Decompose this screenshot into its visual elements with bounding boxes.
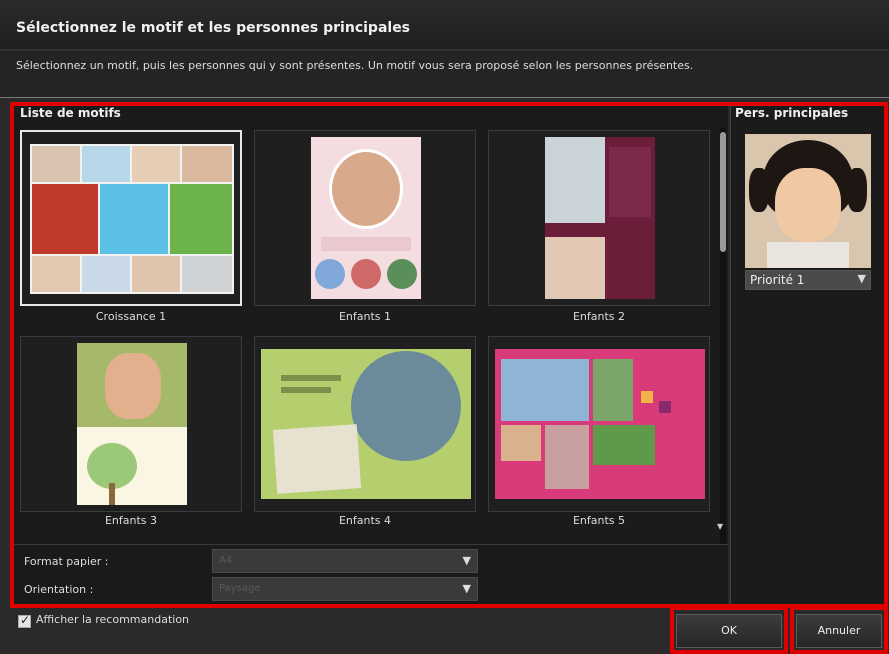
- motif-list-panel: Liste de motifs Croissance 1 Enfants 1 E…: [12, 104, 728, 606]
- priority-value: Priorité 1: [750, 273, 805, 287]
- motif-thumbnail: [311, 137, 421, 299]
- dialog-instructions: Sélectionnez un motif, puis les personne…: [16, 59, 694, 72]
- main-persons-panel: Pers. principales Priorité 1 ▼: [730, 104, 885, 606]
- orientation-select[interactable]: Paysage ▼: [212, 577, 478, 601]
- dropdown-arrow-icon: ▼: [462, 554, 471, 567]
- motif-label: Enfants 3: [104, 514, 158, 527]
- person-photo[interactable]: [745, 134, 871, 268]
- motif-list-scrollbar[interactable]: [720, 128, 726, 548]
- ok-button[interactable]: OK: [676, 614, 782, 648]
- motif-label: Enfants 1: [338, 310, 392, 323]
- motif-thumbnail: [495, 349, 705, 499]
- motif-label: Enfants 4: [338, 514, 392, 527]
- motif-list-title: Liste de motifs: [20, 106, 121, 120]
- title-bar: Sélectionnez le motif et les personnes p…: [0, 0, 889, 50]
- main-persons-title: Pers. principales: [735, 106, 849, 120]
- motif-croissance-1[interactable]: [20, 130, 242, 306]
- motif-label: Croissance 1: [95, 310, 167, 323]
- format-settings: Format papier : A4 ▼ Orientation : Paysa…: [12, 544, 728, 606]
- motif-thumbnail: [261, 349, 471, 499]
- show-recommendation-label: Afficher la recommandation: [36, 613, 190, 626]
- motif-thumbnail: [545, 137, 655, 299]
- dropdown-arrow-icon: ▼: [462, 582, 471, 595]
- dropdown-arrow-icon: ▼: [857, 272, 866, 285]
- motif-enfants-2[interactable]: [488, 130, 710, 306]
- cancel-button[interactable]: Annuler: [796, 614, 882, 648]
- scroll-down-arrow-icon[interactable]: ▼: [717, 522, 723, 531]
- instructions-bar: Sélectionnez un motif, puis les personne…: [0, 51, 889, 98]
- orientation-label: Orientation :: [24, 583, 94, 596]
- paper-format-label: Format papier :: [24, 555, 109, 568]
- motif-label: Enfants 2: [572, 310, 626, 323]
- paper-format-select[interactable]: A4 ▼: [212, 549, 478, 573]
- scrollbar-thumb[interactable]: [720, 132, 726, 252]
- motif-label: Enfants 5: [572, 514, 626, 527]
- paper-format-value: A4: [219, 555, 233, 566]
- motif-enfants-1[interactable]: [254, 130, 476, 306]
- motif-thumbnail: [30, 144, 234, 294]
- motif-enfants-4[interactable]: [254, 336, 476, 512]
- show-recommendation-checkbox[interactable]: [18, 613, 31, 628]
- motif-enfants-5[interactable]: [488, 336, 710, 512]
- priority-select[interactable]: Priorité 1 ▼: [745, 270, 871, 290]
- motif-enfants-3[interactable]: [20, 336, 242, 512]
- dialog-title: Sélectionnez le motif et les personnes p…: [16, 20, 411, 36]
- orientation-value: Paysage: [219, 583, 261, 594]
- motif-thumbnail: [77, 343, 187, 505]
